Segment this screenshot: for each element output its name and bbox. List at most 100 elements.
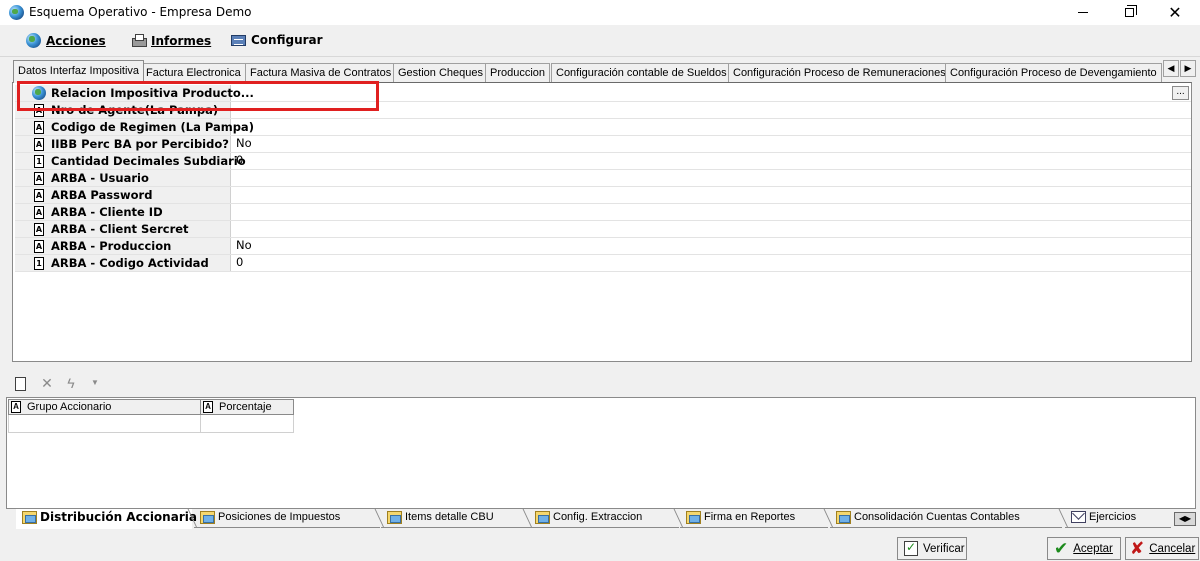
numeric-type-icon: 1 (34, 155, 44, 168)
highlight-annotation-box (17, 81, 379, 111)
tab-config-extraccion[interactable]: Config. Extraccion (522, 509, 679, 528)
tab-produccion[interactable]: Produccion (485, 63, 551, 82)
property-value[interactable]: 0 (231, 255, 1191, 271)
property-name-cell: A ARBA - Produccion (15, 238, 231, 254)
tab-config-proceso-remuneraciones[interactable]: Configuración Proceso de Remuneraciones (728, 63, 951, 82)
property-value[interactable]: 0 (231, 153, 1191, 169)
tab-label: Config. Extraccion (553, 511, 643, 523)
menu-configurar[interactable]: Configurar (231, 33, 323, 47)
tab-scroll-right-button[interactable]: ▶ (1180, 60, 1196, 77)
close-button[interactable]: ✕ (1152, 0, 1198, 25)
property-row[interactable]: A ARBA Password (15, 187, 1191, 204)
property-value[interactable] (231, 204, 1191, 220)
aceptar-button[interactable]: ✔ Aceptar (1047, 537, 1121, 560)
tab-config-proceso-devengamiento[interactable]: Configuración Proceso de Devengamiento (945, 63, 1162, 82)
property-name-cell: 1 Cantidad Decimales Subdiario (15, 153, 246, 169)
property-value[interactable]: No (231, 136, 1191, 152)
ellipsis-button[interactable]: ... (1172, 86, 1189, 100)
property-name-cell: A ARBA - Usuario (15, 170, 231, 186)
cancelar-label: Cancelar (1149, 542, 1196, 555)
envelope-icon (1071, 511, 1086, 523)
property-value[interactable] (231, 119, 1191, 135)
action-button[interactable]: ϟ (63, 375, 79, 391)
app-globe-icon (9, 5, 24, 20)
tab-distribucion-accionaria[interactable]: Distribución Accionaria (16, 509, 197, 529)
lightning-icon: ϟ (67, 375, 75, 391)
property-row[interactable]: A Codigo de Regimen (La Pampa) (15, 119, 1191, 136)
property-label: Cantidad Decimales Subdiario (51, 154, 246, 168)
property-value[interactable] (231, 170, 1191, 186)
tab-posiciones-impuestos[interactable]: Posiciones de Impuestos (187, 509, 380, 528)
tab-factura-masiva[interactable]: Factura Masiva de Contratos (245, 63, 397, 82)
dropdown-button[interactable]: ▼ (87, 375, 103, 391)
restore-button[interactable] (1106, 0, 1152, 25)
text-type-icon: A (34, 240, 44, 253)
property-value[interactable]: No (231, 238, 1191, 254)
tab-label: Firma en Reportes (704, 511, 796, 523)
property-label: ARBA - Produccion (51, 239, 172, 253)
tab-scroll-left-button[interactable]: ◀ (1163, 60, 1179, 77)
property-label: Codigo de Regimen (La Pampa) (51, 120, 254, 134)
verificar-button[interactable]: Verificar (897, 537, 967, 560)
arrow-right-icon: ▶ (1184, 63, 1192, 73)
column-header-grupo-accionario[interactable]: A Grupo Accionario (8, 399, 201, 415)
folder-icon (387, 511, 402, 524)
lower-grid: A Grupo Accionario A Porcentaje (6, 397, 1196, 509)
property-label: IIBB Perc BA por Percibido? (51, 137, 229, 151)
close-icon: ✕ (1168, 4, 1182, 22)
menu-informes-label: Informes (151, 33, 212, 48)
bottom-tab-scroll-button[interactable]: ◀▶ (1174, 512, 1196, 526)
delete-record-button[interactable]: ✕ (39, 375, 55, 391)
text-type-icon: A (34, 138, 44, 151)
tab-ejercicios[interactable]: Ejercicios (1058, 509, 1171, 528)
tab-datos-interfaz-impositiva[interactable]: Datos Interfaz Impositiva (13, 60, 145, 83)
folder-icon (535, 511, 550, 524)
tab-factura-electronica[interactable]: Factura Electronica (141, 63, 246, 82)
property-value[interactable] (231, 187, 1191, 203)
property-name-cell: A ARBA - Client Sercret (15, 221, 231, 237)
menu-acciones[interactable]: Acciones (26, 33, 106, 48)
tab-label: Posiciones de Impuestos (218, 511, 341, 523)
property-row[interactable]: A ARBA - Cliente ID (15, 204, 1191, 221)
folder-icon (836, 511, 851, 524)
grid-cell[interactable] (200, 415, 294, 433)
checkmark-icon: ✔ (1054, 538, 1069, 558)
verificar-label: Verificar (923, 542, 965, 555)
tab-label: Ejercicios (1089, 511, 1137, 523)
folder-icon (686, 511, 701, 524)
grid-cell[interactable] (8, 415, 201, 433)
cancelar-button[interactable]: ✘ Cancelar (1125, 537, 1199, 560)
tab-consolidacion-cuentas[interactable]: Consolidación Cuentas Contables (823, 509, 1062, 528)
property-name-cell: A IIBB Perc BA por Percibido? (15, 136, 231, 152)
arrow-left-icon: ◀ (1167, 63, 1175, 73)
property-name-cell: 1 ARBA - Codigo Actividad (15, 255, 231, 271)
property-label: ARBA - Usuario (51, 171, 149, 185)
text-type-icon: A (34, 172, 44, 185)
text-type-icon: A (11, 401, 21, 413)
tab-config-contable-sueldos[interactable]: Configuración contable de Sueldos (551, 63, 732, 82)
property-row[interactable]: A ARBA - Client Sercret (15, 221, 1191, 238)
tab-gestion-cheques[interactable]: Gestion Cheques (393, 63, 488, 82)
property-row[interactable]: 1 Cantidad Decimales Subdiario 0 (15, 153, 1191, 170)
tab-items-detalle-cbu[interactable]: Items detalle CBU (374, 509, 529, 528)
property-value[interactable] (231, 221, 1191, 237)
minimize-button[interactable] (1060, 0, 1106, 25)
property-row[interactable]: A ARBA - Produccion No (15, 238, 1191, 255)
text-type-icon: A (34, 223, 44, 236)
delete-x-icon: ✕ (41, 375, 53, 391)
column-header-label: Porcentaje (219, 401, 272, 413)
property-label: ARBA Password (51, 188, 153, 202)
column-header-porcentaje[interactable]: A Porcentaje (200, 399, 294, 415)
property-name-cell: A Codigo de Regimen (La Pampa) (15, 119, 254, 135)
property-row[interactable]: A ARBA - Usuario (15, 170, 1191, 187)
aceptar-label: Aceptar (1073, 542, 1113, 555)
menu-configurar-label: Configurar (251, 33, 323, 47)
tab-label: Distribución Accionaria (40, 510, 197, 524)
menu-informes[interactable]: Informes (131, 33, 211, 48)
menu-acciones-label: Acciones (46, 33, 106, 48)
new-record-button[interactable] (15, 375, 31, 391)
window-title: Esquema Operativo - Empresa Demo (29, 5, 252, 19)
property-row[interactable]: 1 ARBA - Codigo Actividad 0 (15, 255, 1191, 272)
tab-firma-en-reportes[interactable]: Firma en Reportes (673, 509, 828, 528)
property-row[interactable]: A IIBB Perc BA por Percibido? No (15, 136, 1191, 153)
